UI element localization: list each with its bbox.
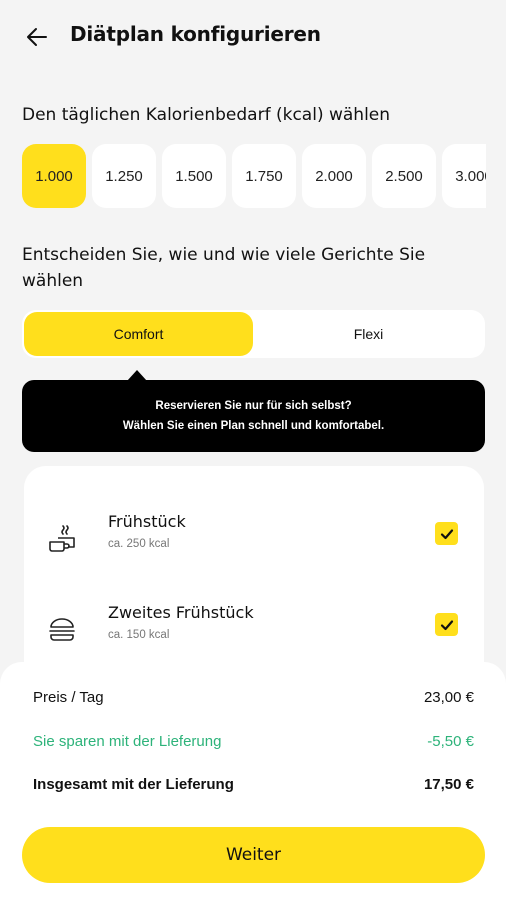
- kcal-option-1000[interactable]: 1.000: [22, 144, 86, 208]
- plan-tooltip: Reservieren Sie nur für sich selbst? Wäh…: [22, 380, 485, 452]
- next-button[interactable]: Weiter: [22, 827, 485, 883]
- kcal-section-title: Den täglichen Kalorienbedarf (kcal) wähl…: [22, 105, 391, 125]
- price-row: Preis / Tag 23,00 €: [33, 689, 474, 706]
- tooltip-line2: Wählen Sie einen Plan schnell und komfor…: [122, 420, 385, 432]
- page-title: Diätplan konfigurieren: [70, 22, 321, 46]
- meal-kcal: ca. 250 kcal: [108, 538, 170, 550]
- kcal-option-1750[interactable]: 1.750: [232, 144, 296, 208]
- total-row: Insgesamt mit der Lieferung 17,50 €: [33, 776, 474, 793]
- check-icon: [440, 619, 453, 630]
- price-value: 23,00 €: [423, 689, 474, 706]
- meal-checkbox[interactable]: [435, 613, 458, 636]
- total-label: Insgesamt mit der Lieferung: [33, 776, 234, 793]
- arrow-left-icon: [27, 28, 47, 46]
- kcal-options: 1.000 1.250 1.500 1.750 2.000 2.500 3.00…: [22, 144, 486, 210]
- kcal-option-1250[interactable]: 1.250: [92, 144, 156, 208]
- meal-name: Zweites Frühstück: [108, 603, 254, 622]
- check-icon: [440, 528, 453, 539]
- back-button[interactable]: [20, 20, 54, 54]
- plan-toggle: Comfort Flexi: [22, 310, 485, 358]
- savings-value: -5,50 €: [427, 733, 474, 750]
- plan-section-title-line1: Entscheiden Sie, wie und wie viele Geric…: [22, 245, 426, 265]
- burger-icon: [49, 618, 75, 641]
- kcal-option-1500[interactable]: 1.500: [162, 144, 226, 208]
- tooltip-line1: Reservieren Sie nur für sich selbst?: [155, 400, 352, 412]
- tab-flexi[interactable]: Flexi: [254, 312, 483, 356]
- kcal-option-2500[interactable]: 2.500: [372, 144, 436, 208]
- meal-item-breakfast[interactable]: Frühstück ca. 250 kcal: [24, 504, 484, 574]
- savings-label: Sie sparen mit der Lieferung: [33, 733, 222, 750]
- plan-section-title-line2: wählen: [22, 271, 84, 291]
- meal-item-second-breakfast[interactable]: Zweites Frühstück ca. 150 kcal: [24, 595, 484, 665]
- kcal-option-3000[interactable]: 3.000: [442, 144, 486, 208]
- meal-kcal: ca. 150 kcal: [108, 629, 170, 641]
- header: Diätplan konfigurieren: [0, 0, 506, 72]
- price-label: Preis / Tag: [33, 689, 104, 706]
- meal-checkbox[interactable]: [435, 522, 458, 545]
- coffee-breakfast-icon: [49, 525, 75, 552]
- kcal-option-2000[interactable]: 2.000: [302, 144, 366, 208]
- savings-row: Sie sparen mit der Lieferung -5,50 €: [33, 733, 474, 750]
- meal-name: Frühstück: [108, 512, 186, 531]
- total-value: 17,50 €: [423, 776, 474, 793]
- tab-comfort[interactable]: Comfort: [24, 312, 253, 356]
- plan-section-title: Entscheiden Sie, wie und wie viele Geric…: [22, 242, 425, 294]
